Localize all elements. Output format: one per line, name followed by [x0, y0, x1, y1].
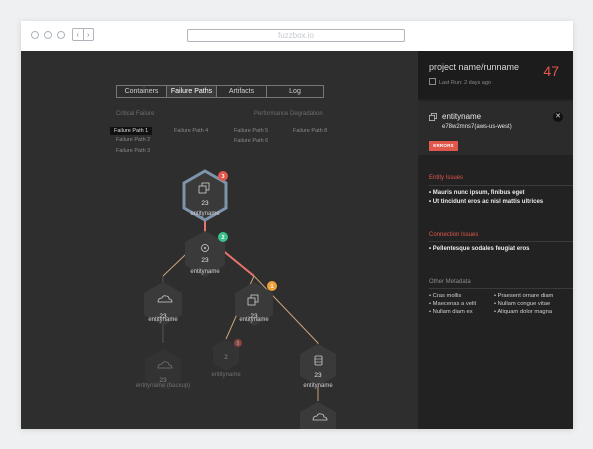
main-panel: Containers Failure Paths Artifacts Log C…	[21, 51, 418, 429]
entity-issue-item: • Ut tincidunt eros ac nisl mattis ultri…	[429, 199, 544, 205]
node-7[interactable]: 23	[300, 344, 336, 386]
project-header: project name/runname Last Run: 2 days ag…	[418, 51, 573, 99]
last-run: Last Run: 2 days ago	[429, 78, 491, 86]
issue-count: 2	[221, 235, 224, 241]
calendar-icon	[429, 78, 436, 85]
node-6[interactable]: 2 5	[213, 339, 242, 371]
metadata-item: • Maecenas a velit	[429, 301, 477, 307]
browser-chrome: ‹ › fuzzbox.io	[21, 21, 573, 51]
node-value: 23	[201, 257, 209, 264]
node-value: 23	[201, 200, 209, 207]
details-sidebar: project name/runname Last Run: 2 days ag…	[418, 51, 573, 429]
issue-total: 47	[543, 63, 559, 79]
entity-issue-item: • Mauris nunc ipsum, finibus eget	[429, 190, 525, 196]
other-metadata-heading: Other Metadata	[429, 279, 471, 285]
entity-name: entityname	[442, 112, 482, 121]
metadata-item: • Nullam congue vitae	[494, 301, 551, 307]
divider	[429, 241, 573, 242]
maximize-window-icon[interactable]	[57, 31, 65, 39]
browser-window: ‹ › fuzzbox.io Containers Failure Paths …	[21, 21, 573, 429]
connection-issue-item: • Pellentesque sodales feugiat eros	[429, 246, 530, 252]
metadata-item: • Cras mollis	[429, 293, 462, 299]
container-icon	[429, 113, 437, 121]
divider	[429, 288, 573, 289]
url-bar[interactable]: fuzzbox.io	[187, 29, 405, 42]
node-5-label: entityname (backup)	[135, 383, 191, 389]
history-nav: ‹ ›	[72, 28, 94, 41]
node-value: 23	[314, 372, 322, 379]
node-1-label: entityname	[190, 211, 220, 217]
divider	[429, 185, 573, 186]
close-window-icon[interactable]	[31, 31, 39, 39]
node-6-label: entityname	[211, 372, 241, 378]
entity-id: e78w2mns7(aws-us-west)	[442, 124, 512, 130]
back-icon[interactable]: ‹	[73, 29, 83, 40]
connection-issues-heading: Connection Issues	[429, 232, 479, 238]
node-3-label: entityname	[148, 317, 178, 323]
minimize-window-icon[interactable]	[44, 31, 52, 39]
issue-count: 3	[221, 174, 224, 180]
node-7-label: entityname	[303, 383, 333, 389]
metadata-item: • Nullam diam ex	[429, 309, 473, 315]
entity-issues-heading: Entity Issues	[429, 175, 464, 181]
forward-icon[interactable]: ›	[82, 29, 94, 40]
metadata-item: • Praesent ornare diam	[494, 293, 554, 299]
node-8[interactable]: 23	[300, 402, 336, 429]
node-4-label: entityname	[239, 317, 269, 323]
metadata-item: • Aliquam dolor magna	[494, 309, 553, 315]
last-run-text: Last Run: 2 days ago	[439, 80, 491, 86]
node-2-label: entityname	[190, 269, 220, 275]
app: Containers Failure Paths Artifacts Log C…	[21, 51, 573, 429]
issue-count: 5	[237, 341, 240, 347]
errors-badge: ERRORS	[429, 141, 458, 151]
project-title: project name/runname	[429, 62, 520, 72]
issue-count: 1	[270, 284, 273, 290]
close-icon[interactable]: ✕	[553, 112, 563, 122]
